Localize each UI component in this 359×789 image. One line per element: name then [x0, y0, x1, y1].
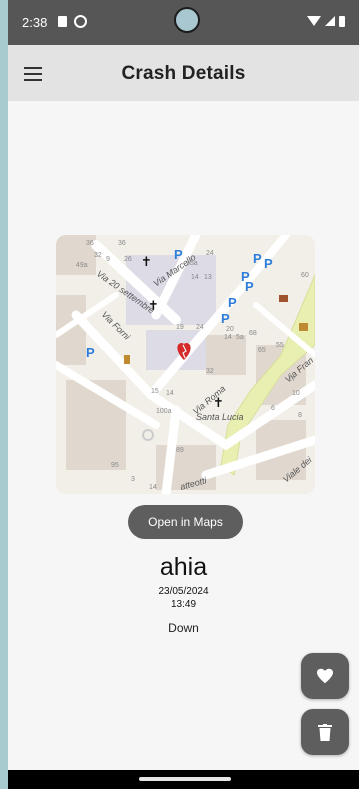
open-in-maps-button[interactable]: Open in Maps [128, 505, 243, 539]
phone-screen: 2:38 Crash Details P P P P P P P P ✝ ✝ ✝… [8, 0, 359, 789]
svg-text:14: 14 [224, 334, 232, 341]
battery-icon [339, 15, 345, 27]
status-time: 2:38 [22, 15, 48, 30]
svg-text:49a: 49a [76, 262, 88, 269]
svg-text:3: 3 [131, 476, 135, 483]
svg-text:6: 6 [271, 405, 275, 412]
svg-text:Santa Lucia: Santa Lucia [196, 412, 244, 422]
svg-text:100a: 100a [156, 408, 172, 415]
svg-text:14: 14 [149, 484, 157, 491]
svg-text:60: 60 [301, 272, 309, 279]
svg-text:14: 14 [191, 274, 199, 281]
status-bar: 2:38 [8, 0, 359, 45]
home-handle[interactable] [139, 777, 231, 781]
svg-text:26: 26 [124, 256, 132, 263]
svg-text:15: 15 [151, 388, 159, 395]
navigation-bar [8, 770, 359, 789]
svg-text:17: 17 [288, 376, 296, 383]
page-title: Crash Details [121, 63, 246, 84]
status-icons [307, 14, 345, 28]
signal-icon [325, 16, 335, 26]
crash-date: 23/05/2024 [158, 586, 209, 597]
heart-icon [317, 668, 333, 684]
svg-text:P: P [253, 251, 262, 266]
svg-text:32: 32 [206, 368, 214, 375]
sim-card-icon [58, 16, 67, 27]
svg-text:P: P [228, 295, 237, 310]
sync-icon [74, 15, 87, 28]
svg-text:5a: 5a [236, 334, 244, 341]
crash-name: ahia [159, 553, 208, 581]
svg-text:14: 14 [166, 390, 174, 397]
svg-text:20: 20 [226, 326, 234, 333]
app-bar: Crash Details [8, 45, 359, 101]
svg-text:65: 65 [258, 347, 266, 354]
favorite-button[interactable] [301, 653, 349, 699]
svg-text:89: 89 [176, 447, 184, 454]
wifi-icon [307, 16, 321, 26]
svg-text:✝: ✝ [141, 255, 152, 270]
svg-text:24: 24 [206, 250, 214, 257]
crash-time: 13:49 [170, 599, 197, 610]
svg-text:36: 36 [118, 240, 126, 247]
svg-text:P: P [86, 345, 95, 360]
svg-text:P: P [221, 311, 230, 326]
crash-location-map[interactable]: P P P P P P P P ✝ ✝ ✝ Via 20 settembre V… [56, 235, 315, 494]
crash-direction: Down [168, 621, 199, 635]
svg-text:32: 32 [94, 252, 102, 259]
svg-text:15a: 15a [186, 260, 198, 267]
svg-text:55: 55 [276, 342, 284, 349]
svg-text:68: 68 [249, 330, 257, 337]
svg-text:8: 8 [298, 412, 302, 419]
svg-text:95: 95 [111, 462, 119, 469]
svg-text:9: 9 [106, 256, 110, 263]
svg-text:13: 13 [204, 274, 212, 281]
camera-cutout [174, 7, 200, 33]
svg-text:10: 10 [292, 390, 300, 397]
trash-icon [318, 723, 332, 741]
svg-text:P: P [245, 279, 254, 294]
svg-text:36: 36 [86, 240, 94, 247]
svg-text:P: P [264, 256, 273, 271]
svg-text:24: 24 [196, 324, 204, 331]
delete-button[interactable] [301, 709, 349, 755]
svg-text:19: 19 [176, 324, 184, 331]
